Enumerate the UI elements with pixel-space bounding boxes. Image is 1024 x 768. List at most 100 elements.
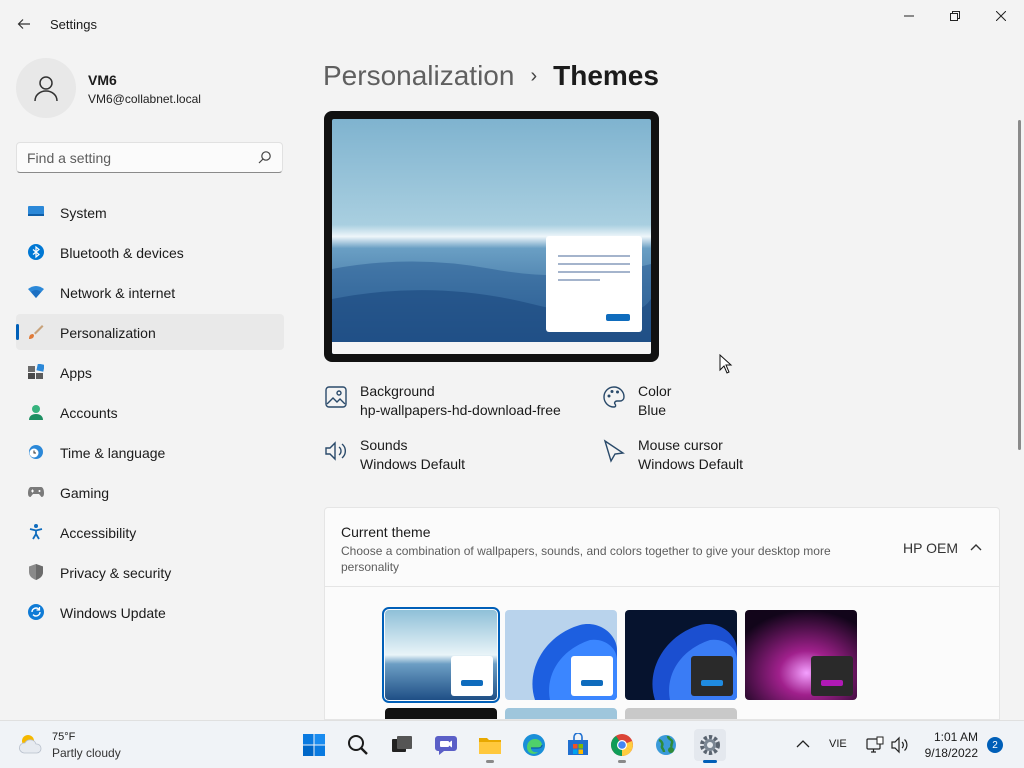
clock-globe-icon <box>28 444 44 460</box>
gear-icon <box>700 735 720 755</box>
avatar <box>16 58 76 118</box>
breadcrumb-parent[interactable]: Personalization <box>323 60 514 92</box>
clock-date[interactable]: 9/18/2022 <box>918 746 978 760</box>
person-icon <box>34 76 58 102</box>
edge-browser-button[interactable] <box>518 729 550 761</box>
show-hidden-icons-button[interactable] <box>796 739 810 749</box>
user-profile[interactable]: VM6 VM6@collabnet.local <box>16 58 286 118</box>
sidebar-item-label: Time & language <box>60 445 166 461</box>
speaker-icon <box>325 441 346 461</box>
sidebar-item-time-language[interactable]: Time & language <box>16 434 284 470</box>
theme-thumbnail-windows-light[interactable] <box>505 610 617 700</box>
background-label: Background <box>360 383 435 399</box>
theme-preview-window <box>811 656 853 696</box>
preview-taskbar <box>332 342 651 354</box>
apps-icon <box>28 364 44 380</box>
search-input[interactable] <box>27 150 247 166</box>
theme-thumbnail-dark-row2[interactable] <box>385 708 497 719</box>
input-language[interactable]: VIE <box>829 738 847 750</box>
sidebar-item-network[interactable]: Network & internet <box>16 274 284 310</box>
brush-icon <box>28 324 44 340</box>
search-box[interactable] <box>16 142 283 173</box>
sidebar-item-label: Accounts <box>60 405 118 421</box>
minimize-button[interactable] <box>886 0 932 32</box>
sidebar-nav: System Bluetooth & devices Network & int… <box>16 194 284 634</box>
theme-preview-window <box>691 656 733 696</box>
back-arrow-icon <box>17 19 30 29</box>
background-setting[interactable]: Background hp-wallpapers-hd-download-fre… <box>324 383 584 423</box>
sounds-label: Sounds <box>360 437 408 453</box>
task-view-icon <box>392 736 412 752</box>
windows-logo-icon <box>303 734 325 756</box>
search-icon <box>348 735 368 755</box>
palette-icon <box>603 386 625 408</box>
sidebar-item-bluetooth[interactable]: Bluetooth & devices <box>16 234 284 270</box>
file-explorer-button[interactable] <box>474 729 506 763</box>
sidebar-item-system[interactable]: System <box>16 194 284 230</box>
microsoft-store-button[interactable] <box>562 729 594 761</box>
volume-icon[interactable] <box>891 736 909 754</box>
image-icon <box>325 386 347 408</box>
scrollbar[interactable] <box>1018 120 1021 450</box>
sidebar-item-privacy[interactable]: Privacy & security <box>16 554 284 590</box>
chrome-browser-button[interactable] <box>606 729 638 763</box>
settings-app-button[interactable] <box>694 729 726 763</box>
mouse-cursor-setting[interactable]: Mouse cursor Windows Default <box>602 437 862 477</box>
sidebar-item-windows-update[interactable]: Windows Update <box>16 594 284 630</box>
back-button[interactable] <box>10 10 38 38</box>
mouse-cursor-value: Windows Default <box>638 456 744 472</box>
sidebar-item-accounts[interactable]: Accounts <box>16 394 284 430</box>
theme-preview <box>324 111 659 362</box>
current-theme-expander[interactable]: Current theme Choose a combination of wa… <box>324 507 1000 587</box>
sidebar-item-personalization[interactable]: Personalization <box>16 314 284 350</box>
preview-window <box>546 236 642 332</box>
sounds-value: Windows Default <box>360 456 466 472</box>
theme-thumbnail-glow[interactable] <box>745 610 857 700</box>
close-button[interactable] <box>978 0 1024 32</box>
theme-gallery <box>324 587 1000 720</box>
network-app-button[interactable] <box>650 729 682 761</box>
weather-temperature: 75°F <box>52 731 76 743</box>
clock-time[interactable]: 1:01 AM <box>930 730 978 744</box>
monitor-icon <box>28 204 44 220</box>
chevron-up-icon[interactable] <box>969 540 983 554</box>
title-bar: Settings <box>0 0 1024 48</box>
network-status-icon[interactable] <box>866 736 884 754</box>
sidebar-item-label: Bluetooth & devices <box>60 245 184 261</box>
sidebar-item-label: System <box>60 205 107 221</box>
color-setting[interactable]: Color Blue <box>602 383 862 423</box>
shield-icon <box>28 564 44 580</box>
sounds-setting[interactable]: Sounds Windows Default <box>324 437 584 477</box>
teams-chat-button[interactable] <box>430 729 462 761</box>
partly-cloudy-icon[interactable] <box>18 733 44 755</box>
theme-thumbnail-hp-oem[interactable] <box>382 607 500 703</box>
chat-icon <box>435 736 457 755</box>
sidebar-item-label: Accessibility <box>60 525 137 541</box>
accessibility-icon <box>28 524 44 540</box>
notification-badge[interactable]: 2 <box>987 737 1003 753</box>
chrome-icon <box>611 734 633 756</box>
sidebar-item-apps[interactable]: Apps <box>16 354 284 390</box>
taskbar-search-button[interactable] <box>342 729 374 761</box>
theme-thumbnail-gray-row2[interactable] <box>625 708 737 719</box>
theme-thumbnail-windows-dark[interactable] <box>625 610 737 700</box>
person-icon <box>28 404 44 420</box>
mouse-cursor-label: Mouse cursor <box>638 437 723 453</box>
current-theme-value: HP OEM <box>903 540 958 556</box>
wifi-icon <box>28 284 44 300</box>
page-title: Themes <box>553 60 659 91</box>
weather-description: Partly cloudy <box>52 746 121 760</box>
user-name: VM6 <box>88 72 117 88</box>
sidebar-item-gaming[interactable]: Gaming <box>16 474 284 510</box>
taskbar: 75°F Partly cloudy VIE 1:01 AM 9/18/2022… <box>0 720 1024 768</box>
task-view-button[interactable] <box>386 729 418 761</box>
store-icon <box>568 733 588 755</box>
restore-icon <box>950 11 960 21</box>
breadcrumb-separator: › <box>530 64 538 87</box>
restore-button[interactable] <box>932 0 978 32</box>
sidebar-item-accessibility[interactable]: Accessibility <box>16 514 284 550</box>
theme-thumbnail-light-row2[interactable] <box>505 708 617 719</box>
gamepad-icon <box>28 484 44 500</box>
search-icon[interactable] <box>258 150 272 164</box>
start-button[interactable] <box>298 729 330 761</box>
